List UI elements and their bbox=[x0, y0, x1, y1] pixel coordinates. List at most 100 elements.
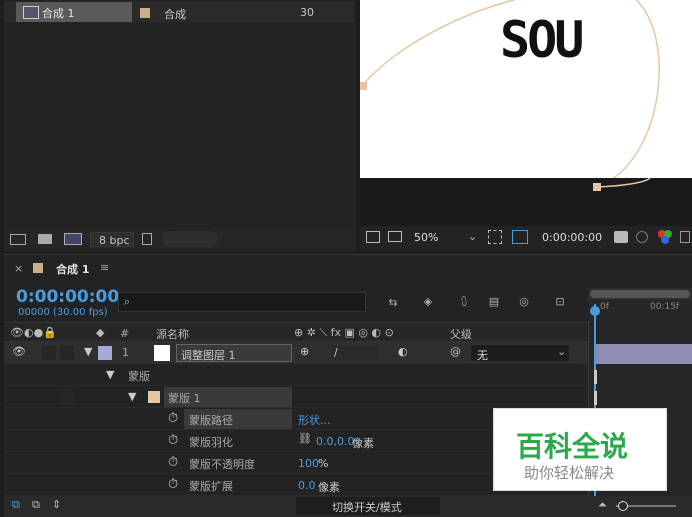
mask-lock-toggle[interactable] bbox=[60, 390, 74, 404]
mask-color-swatch[interactable] bbox=[148, 391, 160, 403]
project-scrollbar[interactable] bbox=[162, 231, 218, 247]
adjustment-layer-switch-icon[interactable]: ◐ bbox=[398, 345, 408, 358]
mask-visibility-icon[interactable] bbox=[512, 230, 528, 244]
watermark-title: 百科全说 bbox=[516, 430, 629, 463]
zoom-out-icon[interactable]: ⏶ bbox=[598, 498, 607, 512]
close-tab-icon[interactable]: × bbox=[14, 262, 23, 275]
masks-group-row[interactable]: ▼ 蒙版 bbox=[4, 364, 588, 386]
stopwatch-icon[interactable]: ⏱ bbox=[168, 477, 178, 492]
playhead-handle[interactable] bbox=[590, 306, 600, 316]
current-time-display[interactable]: 0:00:00:00 bbox=[16, 287, 119, 307]
expand-arrow-icon[interactable]: ▼ bbox=[106, 368, 114, 381]
project-item-name: 合成 1 bbox=[42, 7, 75, 20]
mask-name: 蒙版 1 bbox=[168, 392, 201, 405]
camera-icon[interactable] bbox=[614, 231, 628, 243]
timeline-tab-title[interactable]: 合成 1 bbox=[56, 261, 89, 277]
mask-name-field[interactable]: 蒙版 1 bbox=[164, 387, 292, 407]
property-value[interactable]: 形状... bbox=[298, 412, 331, 428]
region-of-interest-icon[interactable] bbox=[488, 230, 502, 244]
navigator-bar[interactable] bbox=[590, 290, 690, 298]
property-unit: % bbox=[318, 457, 329, 470]
graph-editor-icon[interactable]: ⊡ bbox=[550, 292, 570, 310]
color-channels-icon[interactable] bbox=[658, 230, 672, 244]
comp-mini-flowchart-icon[interactable]: ⇆ bbox=[383, 294, 403, 310]
trash-icon[interactable] bbox=[142, 233, 152, 245]
av-features-icons: 👁◐●🔒 bbox=[10, 326, 57, 339]
quality-switch[interactable]: / bbox=[332, 346, 378, 360]
solo-toggle[interactable] bbox=[60, 346, 74, 360]
visibility-eye-icon[interactable]: 👁 bbox=[12, 345, 26, 358]
watermark: 百科全说 助你轻松解决 bbox=[493, 408, 667, 491]
constrain-proportions-icon[interactable]: ⛓ bbox=[298, 432, 312, 445]
stopwatch-icon[interactable]: ⏱ bbox=[168, 411, 178, 426]
new-composition-icon[interactable] bbox=[64, 233, 82, 245]
show-snapshot-icon[interactable] bbox=[636, 231, 648, 243]
expand-arrow-icon[interactable]: ▼ bbox=[128, 390, 136, 403]
mask-row[interactable]: ▼ 蒙版 1 bbox=[4, 386, 588, 408]
viewer-timecode[interactable]: 0:00:00:00 bbox=[542, 231, 602, 244]
interpret-footage-icon[interactable] bbox=[10, 234, 26, 245]
property-name-cell: 蒙版路径 bbox=[184, 409, 292, 429]
transfer-controls-icon[interactable]: ⧉ bbox=[32, 498, 40, 512]
monitor-icon[interactable] bbox=[388, 231, 402, 242]
mask-vertex[interactable] bbox=[593, 183, 601, 191]
layer-row[interactable]: 👁 ▼ 1 调整图层 1 ⊕ / ◐ @ 无 ⌄ bbox=[4, 342, 588, 364]
layer-switches-icon[interactable]: ⧉ bbox=[12, 498, 20, 512]
layer-name-field[interactable]: 调整图层 1 bbox=[176, 344, 292, 362]
shy-switch-icon[interactable]: ⊕ bbox=[300, 345, 309, 358]
viewer-pasteboard bbox=[360, 178, 692, 226]
layer-search-input[interactable]: ⌕ bbox=[118, 292, 366, 312]
property-value[interactable]: 100 bbox=[298, 457, 319, 470]
switches-icons: ⊕ ✲ ⟍ fx ▣ ◎ ◐ ⊙ bbox=[294, 326, 394, 339]
in-out-icon[interactable]: ⇕ bbox=[52, 498, 61, 511]
label-color-swatch[interactable] bbox=[140, 8, 150, 18]
column-parent[interactable]: 父级 bbox=[450, 326, 472, 342]
keyframe-marker[interactable] bbox=[594, 370, 597, 384]
folder-icon[interactable] bbox=[38, 234, 52, 244]
frame-blending-icon[interactable]: ▤ bbox=[484, 292, 504, 310]
toggle-switches-modes-button[interactable]: 切换开关/模式 bbox=[296, 497, 440, 515]
stopwatch-icon[interactable]: ⏱ bbox=[168, 433, 178, 448]
keyframe-marker[interactable] bbox=[594, 391, 597, 405]
chevron-down-icon: ⌄ bbox=[557, 345, 567, 358]
bpc-button[interactable]: 8 bpc bbox=[90, 232, 134, 247]
stopwatch-icon[interactable]: ⏱ bbox=[168, 455, 178, 470]
always-preview-icon[interactable] bbox=[366, 231, 380, 243]
property-name: 蒙版路径 bbox=[189, 414, 233, 427]
project-panel bbox=[4, 0, 356, 252]
masks-group-label: 蒙版 bbox=[128, 370, 150, 383]
time-navigator[interactable] bbox=[588, 288, 692, 300]
draft-3d-icon[interactable]: ◈ bbox=[418, 292, 438, 310]
property-value[interactable]: 0.0 bbox=[298, 479, 316, 492]
panel-menu-icon[interactable]: ≡ bbox=[100, 261, 109, 274]
project-item-fps: 30 bbox=[300, 6, 314, 19]
ruler-start-label: 0f bbox=[600, 302, 609, 312]
layer-duration-bar[interactable] bbox=[596, 344, 692, 364]
pick-whip-icon[interactable]: @ bbox=[450, 345, 461, 358]
layer-number: 1 bbox=[122, 346, 129, 359]
quality-slash-icon: / bbox=[334, 346, 338, 359]
timeline-footer: ⧉ ⧉ ⇕ 切换开关/模式 ⏶ bbox=[4, 496, 692, 517]
layer-label-color[interactable] bbox=[98, 346, 112, 360]
composition-icon bbox=[23, 6, 39, 19]
more-options-icon[interactable] bbox=[680, 231, 690, 243]
shy-layers-icon[interactable]: ⩇ bbox=[454, 294, 474, 310]
column-number[interactable]: # bbox=[120, 327, 129, 340]
search-icon: ⌕ bbox=[124, 295, 131, 308]
time-ruler[interactable]: 0f 00:15f bbox=[588, 300, 692, 322]
audio-toggle[interactable] bbox=[42, 346, 56, 360]
property-unit: 像素 bbox=[318, 481, 340, 494]
motion-blur-icon[interactable]: ◎ bbox=[514, 292, 534, 310]
expand-arrow-icon[interactable]: ▼ bbox=[84, 345, 92, 358]
logo-text: SOU bbox=[500, 11, 584, 69]
layer-column-header: 👁◐●🔒 ◆ # 源名称 ⊕ ✲ ⟍ fx ▣ ◎ ◐ ⊙ 父级 bbox=[4, 322, 588, 342]
zoom-slider-handle[interactable] bbox=[618, 501, 628, 511]
zoom-dropdown[interactable]: 50% ⌄ bbox=[410, 228, 482, 248]
property-name: 蒙版不透明度 bbox=[189, 458, 255, 471]
watermark-subtitle: 助你轻松解决 bbox=[524, 464, 615, 482]
parent-dropdown[interactable]: 无 ⌄ bbox=[470, 344, 570, 362]
property-value[interactable]: 0.0,0.0 bbox=[316, 435, 354, 448]
column-source-name[interactable]: 源名称 bbox=[156, 326, 189, 342]
layer-name: 调整图层 1 bbox=[181, 349, 236, 362]
composition-viewer[interactable]: SOU bbox=[360, 0, 692, 178]
